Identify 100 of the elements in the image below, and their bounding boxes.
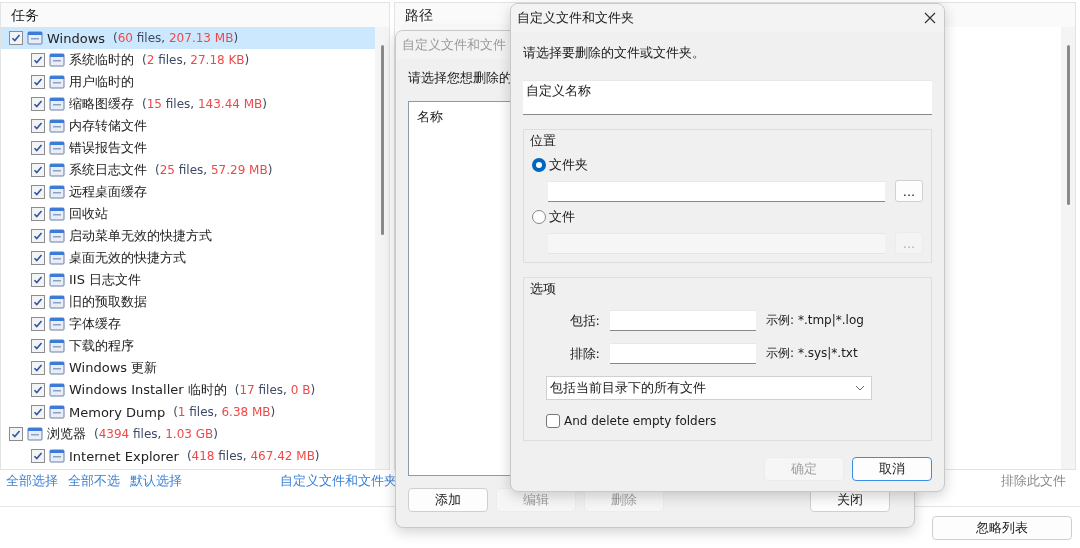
checkbox[interactable]	[31, 53, 45, 67]
tree-item-label: 系统临时的	[69, 51, 134, 69]
file-count-text: (418 files, 467.42 MB)	[186, 449, 320, 463]
scope-dropdown[interactable]: 包括当前目录下的所有文件	[546, 376, 872, 400]
tree-row[interactable]: 缩略图缓存 (15 files, 143.44 MB)	[23, 93, 375, 115]
program-icon	[49, 272, 65, 288]
tree-item-label: 桌面无效的快捷方式	[69, 249, 186, 267]
checkbox[interactable]	[31, 229, 45, 243]
checkbox[interactable]	[31, 251, 45, 265]
radio-button[interactable]	[532, 158, 546, 172]
program-icon	[49, 316, 65, 332]
checkbox[interactable]	[31, 449, 45, 463]
checkbox[interactable]	[31, 163, 45, 177]
tree-item-label: 回收站	[69, 205, 108, 223]
tree-row[interactable]: 内存转储文件	[23, 115, 375, 137]
checkbox[interactable]	[31, 405, 45, 419]
file-count-text: (2 files, 27.18 KB)	[142, 53, 250, 67]
checkbox[interactable]	[546, 414, 560, 428]
tree-item-label: Windows 更新	[69, 359, 158, 377]
path-field[interactable]	[548, 180, 885, 202]
program-icon	[49, 52, 65, 68]
tree-item-label: 错误报告文件	[69, 139, 147, 157]
checkbox[interactable]	[31, 185, 45, 199]
program-icon	[27, 30, 43, 46]
checkbox[interactable]	[31, 383, 45, 397]
tree-row[interactable]: IIS 日志文件	[23, 269, 375, 291]
column-header: 任务	[1, 3, 389, 27]
tree-item-label: 缩略图缓存	[69, 95, 134, 113]
checkbox[interactable]	[31, 317, 45, 331]
tree-row[interactable]: 下载的程序	[23, 335, 375, 357]
ignore-list-button[interactable]: 忽略列表	[932, 515, 1072, 540]
tree-row[interactable]: Internet Explorer (418 files, 467.42 MB)	[23, 445, 375, 467]
custom-files-link[interactable]: 自定义文件和文件夹	[280, 472, 397, 490]
tree-item-label: 用户临时的	[69, 73, 134, 91]
checkbox[interactable]	[9, 31, 23, 45]
file-count-text: (15 files, 143.44 MB)	[142, 97, 268, 111]
dialog-button[interactable]: 添加	[408, 488, 488, 512]
tree-row[interactable]: 启动菜单无效的快捷方式	[23, 225, 375, 247]
radio-label: 文件夹	[549, 156, 588, 174]
tree-row[interactable]: Windows (60 files, 207.13 MB)	[1, 27, 375, 49]
scrollbar[interactable]	[1061, 27, 1075, 469]
tree-row[interactable]: 旧的预取数据	[23, 291, 375, 313]
select-link[interactable]: 默认选择	[130, 472, 182, 490]
tree-item-label: Windows Installer 临时的	[69, 381, 227, 399]
tree-row[interactable]: Memory Dump (1 files, 6.38 MB)	[23, 401, 375, 423]
checkbox[interactable]	[31, 97, 45, 111]
tree-item-label: Windows	[47, 30, 106, 46]
select-link[interactable]: 全部不选	[68, 472, 120, 490]
file-count-text: (60 files, 207.13 MB)	[113, 31, 239, 45]
tree-item-label: 远程桌面缓存	[69, 183, 147, 201]
tree-item-label: 启动菜单无效的快捷方式	[69, 227, 212, 245]
program-icon	[27, 426, 43, 442]
program-icon	[49, 382, 65, 398]
tree-row[interactable]: 系统临时的 (2 files, 27.18 KB)	[23, 49, 375, 71]
scrollbar[interactable]	[375, 27, 389, 469]
file-count-text: (4394 files, 1.03 GB)	[94, 427, 218, 441]
tree-row[interactable]: 字体缓存	[23, 313, 375, 335]
checkbox[interactable]	[31, 339, 45, 353]
tree-item-label: IIS 日志文件	[69, 271, 142, 289]
tree-item-label: 内存转储文件	[69, 117, 147, 135]
program-icon	[49, 206, 65, 222]
checkbox[interactable]	[31, 361, 45, 375]
program-icon	[49, 294, 65, 310]
checkbox[interactable]	[31, 119, 45, 133]
tree-row[interactable]: 浏览器 (4394 files, 1.03 GB)	[1, 423, 375, 445]
checkbox[interactable]	[31, 141, 45, 155]
file-count-text: (17 files, 0 B)	[234, 383, 316, 397]
checkbox[interactable]	[31, 75, 45, 89]
program-icon	[49, 448, 65, 464]
program-icon	[49, 162, 65, 178]
close-icon[interactable]	[924, 12, 936, 24]
checkbox[interactable]	[31, 295, 45, 309]
tree-row[interactable]: 桌面无效的快捷方式	[23, 247, 375, 269]
tree-row[interactable]: 用户临时的	[23, 71, 375, 93]
dialog-button[interactable]: 取消	[852, 457, 932, 481]
tree-row[interactable]: 远程桌面缓存	[23, 181, 375, 203]
tree-row[interactable]: 错误报告文件	[23, 137, 375, 159]
tree-row[interactable]: 系统日志文件 (25 files, 57.29 MB)	[23, 159, 375, 181]
name-field[interactable]: 自定义名称	[523, 80, 932, 115]
tree-item-label: Memory Dump	[69, 404, 166, 420]
program-icon	[49, 74, 65, 90]
tree-row[interactable]: Windows 更新	[23, 357, 375, 379]
checkbox[interactable]	[31, 207, 45, 221]
browse-button[interactable]: ...	[895, 180, 923, 202]
tree-row[interactable]: Windows Installer 临时的 (17 files, 0 B)	[23, 379, 375, 401]
tree-item-label: 系统日志文件	[69, 161, 147, 179]
checkbox[interactable]	[31, 273, 45, 287]
select-link[interactable]: 全部选择	[6, 472, 58, 490]
example-text: 示例: *.tmp|*.log	[766, 312, 864, 329]
checkbox[interactable]	[9, 427, 23, 441]
tree-row[interactable]: 回收站	[23, 203, 375, 225]
program-icon	[49, 140, 65, 156]
program-icon	[49, 228, 65, 244]
program-icon	[49, 184, 65, 200]
example-text: 示例: *.sys|*.txt	[766, 345, 858, 362]
filter-field[interactable]	[610, 310, 756, 331]
tree-item-label: 旧的预取数据	[69, 293, 147, 311]
filter-field[interactable]	[610, 343, 756, 364]
list-header: 名称	[417, 109, 443, 124]
tree-item-label: 下载的程序	[69, 337, 134, 355]
